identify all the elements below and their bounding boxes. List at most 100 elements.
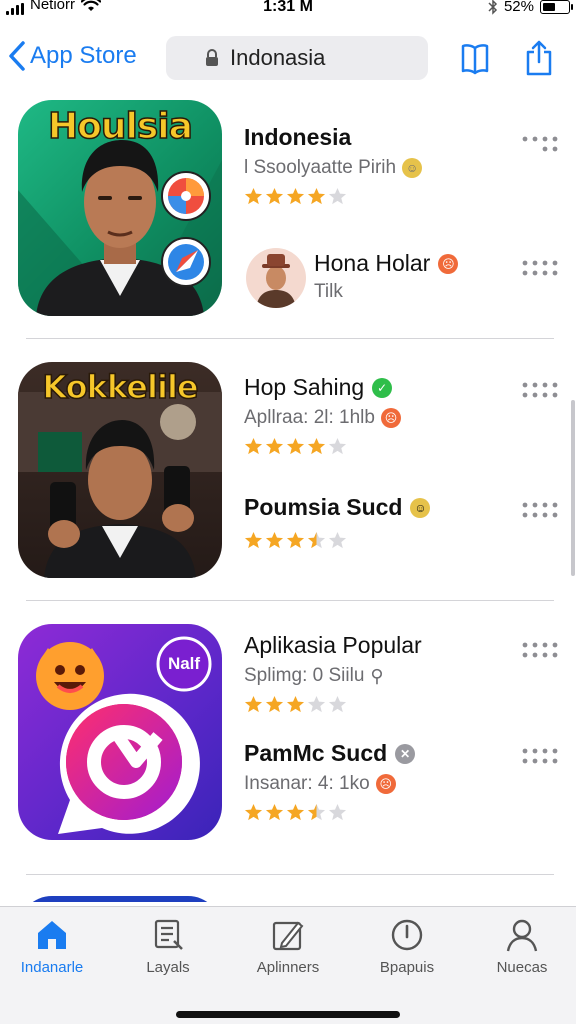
face-icon: ☺ (410, 497, 431, 518)
star-icon (286, 531, 305, 549)
more-dots-icon (522, 642, 558, 658)
star-icon (286, 695, 305, 713)
rating-stars (244, 695, 558, 714)
more-options-button[interactable] (522, 642, 558, 658)
app-subtitle-text: l Ssoolyaatte Pirih (244, 157, 397, 178)
app-icon-title: Houlsia (47, 105, 193, 148)
app-title-text: Hona Holar (314, 250, 431, 276)
battery-icon (540, 0, 573, 14)
app-title-text: Poumsia Sucd (244, 494, 403, 520)
star-icon (265, 803, 284, 821)
red-face-icon: ☹ (375, 774, 396, 794)
app-row[interactable]: Hop Sahing ✓ Apllraa: 2l: 1hlb ☹ (244, 374, 558, 456)
star-icon (244, 803, 263, 821)
app-subtitle: Tilk (314, 281, 514, 303)
star-icon (307, 803, 326, 821)
tab-lists[interactable]: Layals (118, 917, 218, 976)
star-icon (265, 531, 284, 549)
app-title: Hop Sahing ✓ (244, 374, 558, 401)
battery-percent: 52% (503, 0, 534, 15)
star-icon (286, 803, 305, 821)
app-subtitle-text: Tilk (314, 281, 343, 302)
nav-bar: App Store Indonasia (0, 30, 576, 86)
app-row[interactable]: Poumsia Sucd ☺ (244, 494, 558, 550)
tab-apps[interactable]: Aplinners (238, 917, 338, 976)
lock-icon (206, 49, 218, 66)
star-icon (265, 695, 284, 713)
star-icon (307, 531, 326, 549)
app-title: Indonesia (244, 124, 558, 151)
avatar[interactable] (246, 248, 306, 308)
tab-updates[interactable]: Bpapuis (357, 917, 457, 976)
tab-account[interactable]: Nuecas (472, 917, 572, 976)
home-icon (38, 921, 66, 949)
app-row[interactable]: Aplikasia Popular Splimg: 0 Siilu ⚲ (244, 632, 558, 714)
app-title-text: Hop Sahing (244, 374, 365, 400)
tab-label: Indanarle (20, 959, 84, 976)
more-dots-icon (522, 748, 558, 764)
app-row[interactable]: Hona Holar ☹ Tilk (314, 250, 514, 303)
app-subtitle: Apllraa: 2l: 1hlb ☹ (244, 407, 558, 429)
more-options-button[interactable] (522, 260, 558, 276)
app-card[interactable] (18, 896, 558, 902)
face-icon: ☺ (402, 158, 423, 178)
app-title: Aplikasia Popular (244, 632, 558, 659)
search-field[interactable]: Indonasia (166, 36, 428, 80)
chevron-left-icon (9, 41, 25, 71)
more-dots-icon (522, 502, 558, 518)
icon-badge-text: Nalf (167, 654, 201, 673)
star-icon (286, 187, 305, 205)
more-dots-icon (522, 382, 558, 398)
app-card[interactable]: Nalf Aplikasia Popular Splimg: 0 Siilu ⚲… (18, 624, 558, 850)
app-title-text: PamMc Sucd (244, 740, 388, 766)
app-row[interactable]: Indonesia l Ssoolyaatte Pirih ☺ (244, 124, 558, 206)
clock-icon (391, 919, 423, 951)
more-options-button[interactable] (522, 382, 558, 398)
list-icon (154, 919, 183, 950)
link-icon: ⚲ (370, 665, 384, 686)
more-options-button[interactable] (522, 136, 558, 152)
star-icon (307, 695, 326, 713)
app-title-text: Indonesia (244, 124, 352, 150)
share-icon[interactable] (524, 40, 554, 76)
app-list: Houlsia Indonesia l Ssoolyaatte Pirih ☺ … (0, 96, 576, 902)
star-icon (244, 187, 263, 205)
tab-label: Aplinners (256, 959, 320, 976)
app-subtitle-text: Apllraa: 2l: 1hlb (244, 407, 375, 428)
star-icon (328, 695, 347, 713)
tab-label: Bpapuis (379, 959, 435, 976)
divider (26, 874, 554, 875)
app-subtitle: Splimg: 0 Siilu ⚲ (244, 665, 558, 687)
star-icon (244, 437, 263, 455)
tab-home[interactable]: Indanarle (2, 917, 102, 976)
more-options-button[interactable] (522, 502, 558, 518)
app-card[interactable]: Houlsia Indonesia l Ssoolyaatte Pirih ☺ … (18, 100, 558, 326)
back-button[interactable]: App Store (8, 40, 137, 72)
app-icon-image[interactable] (18, 896, 222, 902)
divider (26, 338, 554, 339)
more-dots-icon (522, 136, 558, 152)
app-icon-image[interactable]: Kokkelile (18, 362, 222, 578)
app-icon-image[interactable]: Nalf (18, 624, 222, 840)
star-icon (244, 695, 263, 713)
star-icon (328, 187, 347, 205)
app-subtitle: Insanar: 4: 1ko ☹ (244, 773, 558, 795)
app-row[interactable]: PamMc Sucd ✕ Insanar: 4: 1ko ☹ (244, 740, 558, 822)
home-indicator (176, 1011, 400, 1018)
app-card[interactable]: Kokkelile Hop Sahing ✓ Apllraa: 2l: 1hlb… (18, 362, 558, 578)
search-text: Indonasia (230, 45, 326, 70)
book-icon[interactable] (460, 40, 490, 76)
rating-stars (244, 437, 558, 456)
bluetooth-icon (488, 0, 498, 15)
compass-badge-icon (161, 237, 211, 287)
more-options-button[interactable] (522, 748, 558, 764)
app-title-text: Aplikasia Popular (244, 632, 422, 658)
status-right: 52% (488, 0, 573, 15)
scroll-indicator[interactable] (571, 400, 575, 576)
star-icon (328, 437, 347, 455)
app-title: PamMc Sucd ✕ (244, 740, 558, 767)
app-icon-image[interactable]: Houlsia (18, 100, 222, 316)
more-dots-icon (522, 260, 558, 276)
app-subtitle-text: Insanar: 4: 1ko (244, 773, 370, 794)
red-face-icon: ☹ (438, 253, 459, 274)
